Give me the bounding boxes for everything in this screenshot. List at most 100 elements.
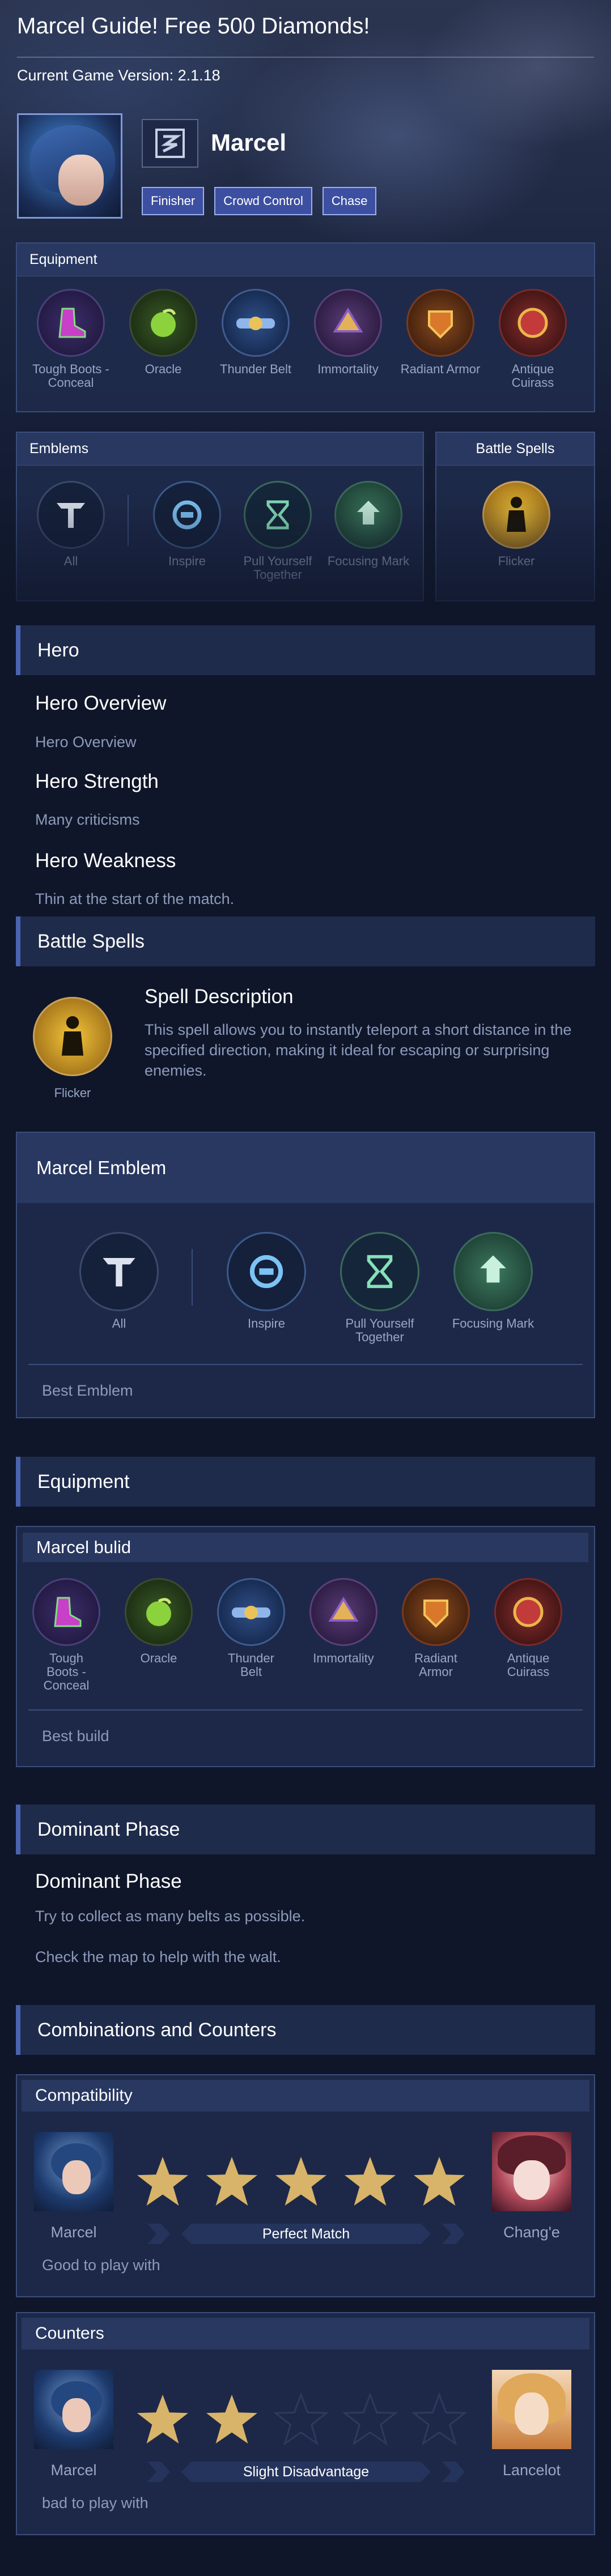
section-emblem-focusing-mark[interactable]: Focusing Mark bbox=[448, 1232, 538, 1330]
game-version: Current Game Version: 2.1.18 bbox=[17, 67, 220, 84]
page: Marcel Guide! Free 500 Diamonds! Current… bbox=[0, 0, 611, 2576]
marcel-avatar[interactable] bbox=[34, 2132, 113, 2211]
spell-description-text: This spell allows you to instantly telep… bbox=[145, 1021, 572, 1079]
build-item-antique-cuirass[interactable]: Antique Cuirass bbox=[486, 1578, 571, 1679]
all-emblem-icon bbox=[79, 1232, 159, 1311]
emblem-focusing-mark[interactable]: Focusing Mark bbox=[326, 481, 411, 568]
best-emblem-label: Best Emblem bbox=[42, 1382, 133, 1399]
star-filled-icon bbox=[206, 2394, 258, 2444]
emblem-pull-yourself-together[interactable]: Pull Yourself Together bbox=[235, 481, 320, 582]
pull-yourself-together-icon bbox=[244, 481, 312, 549]
counters-note: bad to play with bbox=[42, 2494, 148, 2511]
star-filled-icon bbox=[344, 2156, 396, 2206]
tag-finisher[interactable]: Finisher bbox=[142, 187, 205, 215]
build-item-radiant-armor[interactable]: Radiant Armor bbox=[393, 1578, 478, 1679]
build-item-oracle[interactable]: Oracle bbox=[116, 1578, 201, 1665]
build-item-tough-boots[interactable]: Tough Boots - Conceal bbox=[24, 1578, 109, 1692]
hero-portrait[interactable] bbox=[17, 113, 122, 219]
emblem-inspire[interactable]: Inspire bbox=[145, 481, 230, 568]
build-panel-title: Marcel bulid bbox=[23, 1533, 588, 1562]
section-spell-flicker[interactable]: Flicker bbox=[30, 997, 115, 1100]
section-emblem-inspire[interactable]: Inspire bbox=[221, 1232, 312, 1330]
star-filled-icon bbox=[206, 2156, 258, 2206]
title-divider bbox=[17, 57, 594, 58]
boots-icon bbox=[32, 1578, 100, 1646]
counters-panel: Counters Marcel Slight Disadvantage Lanc… bbox=[16, 2312, 595, 2535]
emblem-divider bbox=[192, 1249, 193, 1306]
star-filled-icon bbox=[275, 2156, 327, 2206]
role-icon bbox=[142, 119, 198, 168]
item-immortality[interactable]: Immortality bbox=[306, 289, 391, 376]
change-avatar[interactable] bbox=[492, 2132, 571, 2211]
star-empty-icon bbox=[273, 2392, 329, 2446]
spells-panel: Battle Spells Flicker bbox=[435, 432, 595, 602]
compat-note: Good to play with bbox=[42, 2257, 160, 2274]
radiant-armor-icon bbox=[402, 1578, 470, 1646]
tag-crowd-control[interactable]: Crowd Control bbox=[214, 187, 312, 215]
pull-yourself-together-icon bbox=[340, 1232, 419, 1311]
counters-left-name: Marcel bbox=[50, 2462, 97, 2479]
dominant-section-title: Dominant Phase bbox=[16, 1805, 595, 1854]
item-tough-boots[interactable]: Tough Boots - Conceal bbox=[28, 289, 113, 390]
hero-name: Marcel bbox=[211, 129, 287, 156]
hero-overview-text: Hero Overview bbox=[35, 733, 137, 750]
item-antique-cuirass[interactable]: Antique Cuirass bbox=[490, 289, 575, 390]
hero-overview-heading: Hero Overview bbox=[35, 692, 167, 714]
star-filled-icon bbox=[413, 2156, 465, 2206]
spell-flicker[interactable]: Flicker bbox=[474, 481, 559, 568]
emblem-section: Marcel Emblem All Inspire Pull Yourself … bbox=[16, 1132, 595, 1418]
build-panel: Marcel bulid Tough Boots - Conceal Oracl… bbox=[16, 1526, 595, 1767]
immortality-icon bbox=[309, 1578, 377, 1646]
focusing-mark-icon bbox=[453, 1232, 533, 1311]
compatibility-title: Compatibility bbox=[22, 2080, 589, 2112]
compat-right-name: Chang'e bbox=[503, 2224, 560, 2241]
antique-cuirass-icon bbox=[499, 289, 567, 357]
equipment-section-title: Equipment bbox=[16, 1457, 595, 1507]
thunder-belt-icon bbox=[217, 1578, 285, 1646]
section-emblem-pull-yourself-together[interactable]: Pull Yourself Together bbox=[334, 1232, 425, 1344]
thunder-belt-icon bbox=[222, 289, 290, 357]
focusing-mark-icon bbox=[334, 481, 402, 549]
item-radiant-armor[interactable]: Radiant Armor bbox=[398, 289, 483, 376]
radiant-armor-icon bbox=[406, 289, 474, 357]
hero-banner: Marcel Guide! Free 500 Diamonds! Current… bbox=[0, 0, 611, 640]
counters-title: Counters bbox=[22, 2318, 589, 2349]
perfect-match-label: Perfect Match bbox=[262, 2225, 350, 2242]
antique-cuirass-icon bbox=[494, 1578, 562, 1646]
item-thunder-belt[interactable]: Thunder Belt bbox=[213, 289, 298, 376]
section-emblem-all[interactable]: All bbox=[74, 1232, 164, 1330]
counters-right-name: Lancelot bbox=[502, 2462, 561, 2479]
compat-left-name: Marcel bbox=[50, 2224, 97, 2241]
tag-chase[interactable]: Chase bbox=[322, 187, 377, 215]
hero-weakness-text: Thin at the start of the match. bbox=[35, 890, 235, 907]
inspire-icon bbox=[153, 481, 221, 549]
hero-strength-text: Many criticisms bbox=[35, 811, 140, 828]
build-item-thunder-belt[interactable]: Thunder Belt bbox=[209, 1578, 294, 1679]
emblems-panel: Emblems All Inspire Pull Yourself Togeth… bbox=[16, 432, 424, 602]
build-footer-divider bbox=[28, 1709, 583, 1711]
dominant-phase-heading: Dominant Phase bbox=[35, 1870, 182, 1892]
oracle-icon bbox=[129, 289, 197, 357]
page-title: Marcel Guide! Free 500 Diamonds! bbox=[17, 14, 370, 39]
flicker-icon bbox=[482, 481, 550, 549]
lancelot-avatar[interactable] bbox=[492, 2370, 571, 2449]
dominant-phase-text-1: Try to collect as many belts as possible… bbox=[35, 1908, 306, 1925]
equipment-panel-title: Equipment bbox=[17, 244, 594, 276]
item-oracle[interactable]: Oracle bbox=[121, 289, 206, 376]
emblem-all[interactable]: All bbox=[28, 481, 113, 568]
oracle-icon bbox=[125, 1578, 193, 1646]
emblem-footer-divider bbox=[28, 1364, 583, 1365]
build-item-immortality[interactable]: Immortality bbox=[301, 1578, 386, 1665]
hero-tags: Finisher Crowd Control Chase bbox=[142, 187, 377, 215]
dominant-phase-text-2: Check the map to help with the walt. bbox=[35, 1948, 281, 1965]
flicker-icon bbox=[33, 997, 112, 1076]
boots-icon bbox=[37, 289, 105, 357]
marcel-avatar[interactable] bbox=[34, 2370, 113, 2449]
spell-description-heading: Spell Description bbox=[145, 986, 294, 1008]
hero-weakness-heading: Hero Weakness bbox=[35, 850, 176, 872]
immortality-icon bbox=[314, 289, 382, 357]
emblem-divider bbox=[128, 495, 129, 546]
slight-disadvantage-label: Slight Disadvantage bbox=[243, 2463, 370, 2480]
hero-section-title: Hero bbox=[16, 625, 595, 675]
all-emblem-icon bbox=[37, 481, 105, 549]
